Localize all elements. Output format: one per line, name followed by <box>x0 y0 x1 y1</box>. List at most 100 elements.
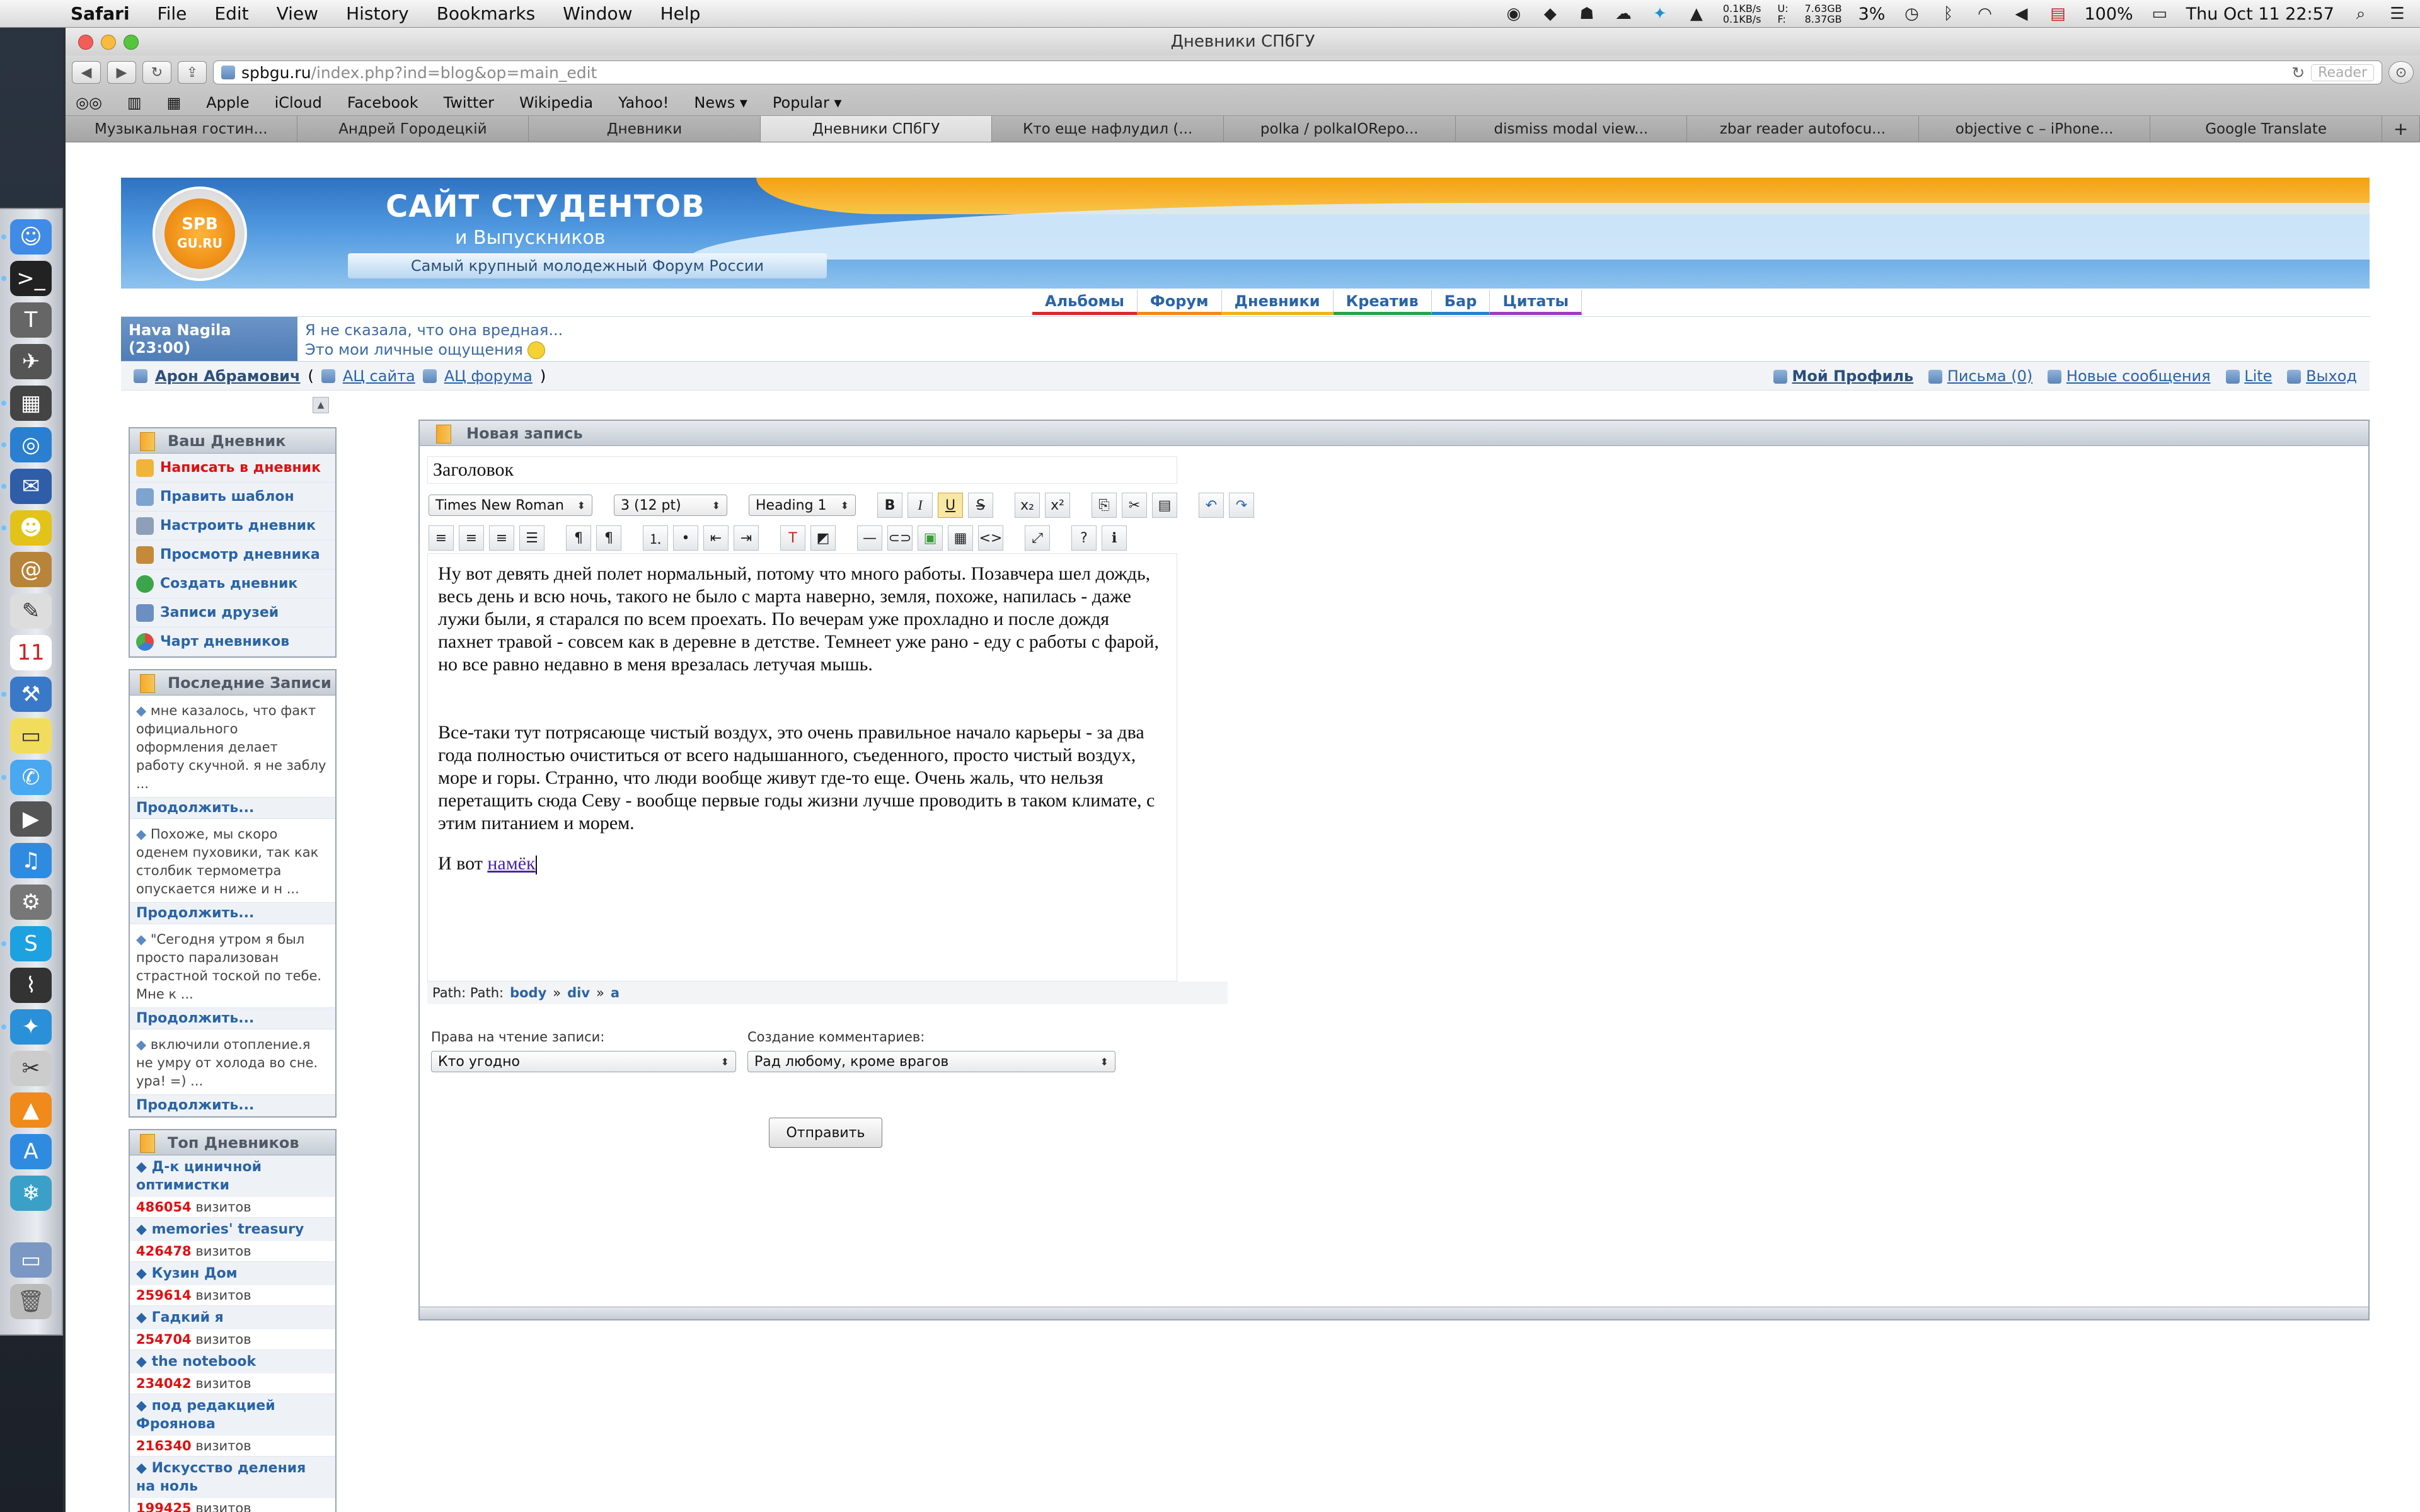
path-body[interactable]: body <box>510 985 546 1000</box>
tab-5[interactable]: polka / polkaIORepo... <box>1223 116 1456 142</box>
sidebar-item-create[interactable]: Создать дневник <box>130 570 335 598</box>
superscript-button[interactable]: x² <box>1045 493 1070 518</box>
underline-button[interactable]: U <box>938 493 963 518</box>
flag-icon[interactable]: ▤ <box>2048 4 2068 23</box>
tab-3-active[interactable]: Дневники СПбГУ <box>760 116 993 142</box>
stickies-icon[interactable]: ▭ <box>10 718 52 753</box>
body-link[interactable]: намёк <box>487 853 535 874</box>
redo-icon[interactable]: ↷ <box>1229 493 1254 518</box>
info-icon[interactable]: ℹ <box>1102 525 1127 551</box>
messages-icon[interactable]: ✆ <box>1 760 52 795</box>
top-diary-link[interactable]: ◆ the notebook <box>130 1350 335 1373</box>
bookmark-news[interactable]: News ▾ <box>694 94 747 112</box>
forward-button[interactable]: ▶ <box>107 61 136 84</box>
xcode-icon[interactable]: ⚒ <box>1 677 52 712</box>
site-banner[interactable]: SPB GU.RU САЙТ СТУДЕНТОВ и Выпускников С… <box>121 178 2370 289</box>
shout-author[interactable]: Hava Nagila (23:00) <box>121 317 297 361</box>
paste-icon[interactable]: ▤ <box>1152 493 1177 518</box>
cut-icon[interactable]: ✂ <box>1122 493 1147 518</box>
menu-help[interactable]: Help <box>647 3 715 24</box>
menu-view[interactable]: View <box>263 3 332 24</box>
clock[interactable]: Thu Oct 11 22:57 <box>2186 4 2334 24</box>
bookmark-yahoo[interactable]: Yahoo! <box>618 94 669 112</box>
bookmark-apple[interactable]: Apple <box>206 94 249 112</box>
sidebar-item-view[interactable]: Просмотр дневника <box>130 541 335 570</box>
menu-bookmarks[interactable]: Bookmarks <box>423 3 549 24</box>
ac-forum-link[interactable]: АЦ форума <box>444 367 533 385</box>
time-machine-icon[interactable]: ◷ <box>1901 4 1922 23</box>
adium-icon[interactable]: ☻ <box>1 510 52 546</box>
cloud-icon[interactable]: ☁ <box>1613 4 1634 23</box>
downloads-icon[interactable]: ⊙ <box>2388 61 2414 84</box>
nav-diaries[interactable]: Дневники <box>1221 290 1334 315</box>
ltr-icon[interactable]: ¶ <box>566 525 591 551</box>
bullet-list-icon[interactable]: • <box>673 525 698 551</box>
continue-link[interactable]: Продолжить... <box>130 903 335 924</box>
sidebar-item-chart[interactable]: Чарт дневников <box>130 627 335 656</box>
align-right-icon[interactable]: ≡ <box>489 525 514 551</box>
subscript-button[interactable]: x₂ <box>1015 493 1040 518</box>
copy-icon[interactable]: ⎘ <box>1092 493 1117 518</box>
font-family-select[interactable]: Times New Roman ⬍ <box>429 495 592 516</box>
fullscreen-icon[interactable]: ⤢ <box>1025 525 1050 551</box>
tab-6[interactable]: dismiss modal view... <box>1455 116 1688 142</box>
evernote-icon[interactable]: ◉ <box>1504 4 1524 23</box>
submit-button[interactable]: Отправить <box>769 1118 882 1148</box>
launchpad-icon[interactable]: ✈ <box>10 344 52 379</box>
italic-button[interactable]: I <box>908 493 933 518</box>
volume-icon[interactable]: ◀ <box>2011 4 2031 23</box>
bookmark-facebook[interactable]: Facebook <box>347 94 418 112</box>
bookmark-popular[interactable]: Popular ▾ <box>773 94 842 112</box>
top-diary-link[interactable]: ◆ Кузин Дом <box>130 1262 335 1285</box>
top-diary-link[interactable]: ◆ Д-к циничной оптимистки <box>130 1155 335 1197</box>
comment-rights-select[interactable]: Рад любому, кроме врагов ⬍ <box>747 1051 1115 1072</box>
safari-icon[interactable]: ◎ <box>1 427 52 462</box>
continue-link[interactable]: Продолжить... <box>130 1095 335 1116</box>
top-sites-icon[interactable]: ▦ <box>167 94 182 112</box>
align-center-icon[interactable]: ≡ <box>459 525 484 551</box>
outdent-icon[interactable]: ⇤ <box>703 525 729 551</box>
textedit-icon[interactable]: ✎ <box>10 593 52 629</box>
link-icon[interactable]: ⊂⊃ <box>887 525 913 551</box>
continue-link[interactable]: Продолжить... <box>130 1008 335 1029</box>
top-diary-link[interactable]: ◆ Гадкий я <box>130 1306 335 1329</box>
align-justify-icon[interactable]: ☰ <box>519 525 544 551</box>
bookmark-twitter[interactable]: Twitter <box>444 94 494 112</box>
image-icon[interactable]: ▣ <box>918 525 943 551</box>
contacts-icon[interactable]: @ <box>10 552 52 587</box>
zoom-button[interactable] <box>124 35 139 50</box>
new-messages-link[interactable]: Новые сообщения <box>2066 367 2211 385</box>
new-tab-button[interactable]: + <box>2382 116 2420 142</box>
skype-icon[interactable]: S <box>1 926 52 961</box>
reload-page-button[interactable]: ↻ <box>142 61 171 84</box>
tab-9[interactable]: Google Translate <box>2150 116 2382 142</box>
menu-file[interactable]: File <box>144 3 201 24</box>
bluetooth-icon[interactable]: ᛒ <box>1938 4 1958 23</box>
tab-8[interactable]: objective c – iPhone... <box>1918 116 2151 142</box>
bold-button[interactable]: B <box>877 493 902 518</box>
alien-icon[interactable]: ☗ <box>1577 4 1597 23</box>
battery-icon[interactable]: ▭ <box>2150 4 2170 23</box>
align-left-icon[interactable]: ≡ <box>429 525 454 551</box>
spotlight-icon[interactable]: ⌕ <box>2351 4 2371 23</box>
menu-edit[interactable]: Edit <box>200 3 262 24</box>
terminal-icon[interactable]: >_ <box>1 261 52 296</box>
minimize-button[interactable] <box>101 35 116 50</box>
battery-percent[interactable]: 100% <box>2084 4 2133 24</box>
bookmark-icloud[interactable]: iCloud <box>275 94 322 112</box>
facetime-icon[interactable]: ▶ <box>10 801 52 837</box>
address-bar[interactable]: spbgu.ru/index.php?ind=blog&op=main_edit… <box>213 60 2382 84</box>
adobe-icon[interactable]: ▲ <box>1686 4 1707 23</box>
preview-icon[interactable]: ✂ <box>10 1051 52 1086</box>
refresh-icon[interactable]: ↻ <box>2291 64 2305 82</box>
tab-1[interactable]: Андрей Городецкій <box>297 116 529 142</box>
indent-icon[interactable]: ⇥ <box>734 525 759 551</box>
font-size-select[interactable]: 3 (12 pt) ⬍ <box>614 495 727 516</box>
share-button[interactable]: ⇪ <box>178 61 207 84</box>
back-button[interactable]: ◀ <box>72 61 101 84</box>
undo-icon[interactable]: ↶ <box>1199 493 1224 518</box>
table-icon[interactable]: ▦ <box>948 525 973 551</box>
format-select[interactable]: Heading 1 ⬍ <box>749 495 856 516</box>
vlc-icon[interactable]: ▲ <box>10 1092 52 1128</box>
calendar-icon[interactable]: 11 <box>10 635 52 670</box>
